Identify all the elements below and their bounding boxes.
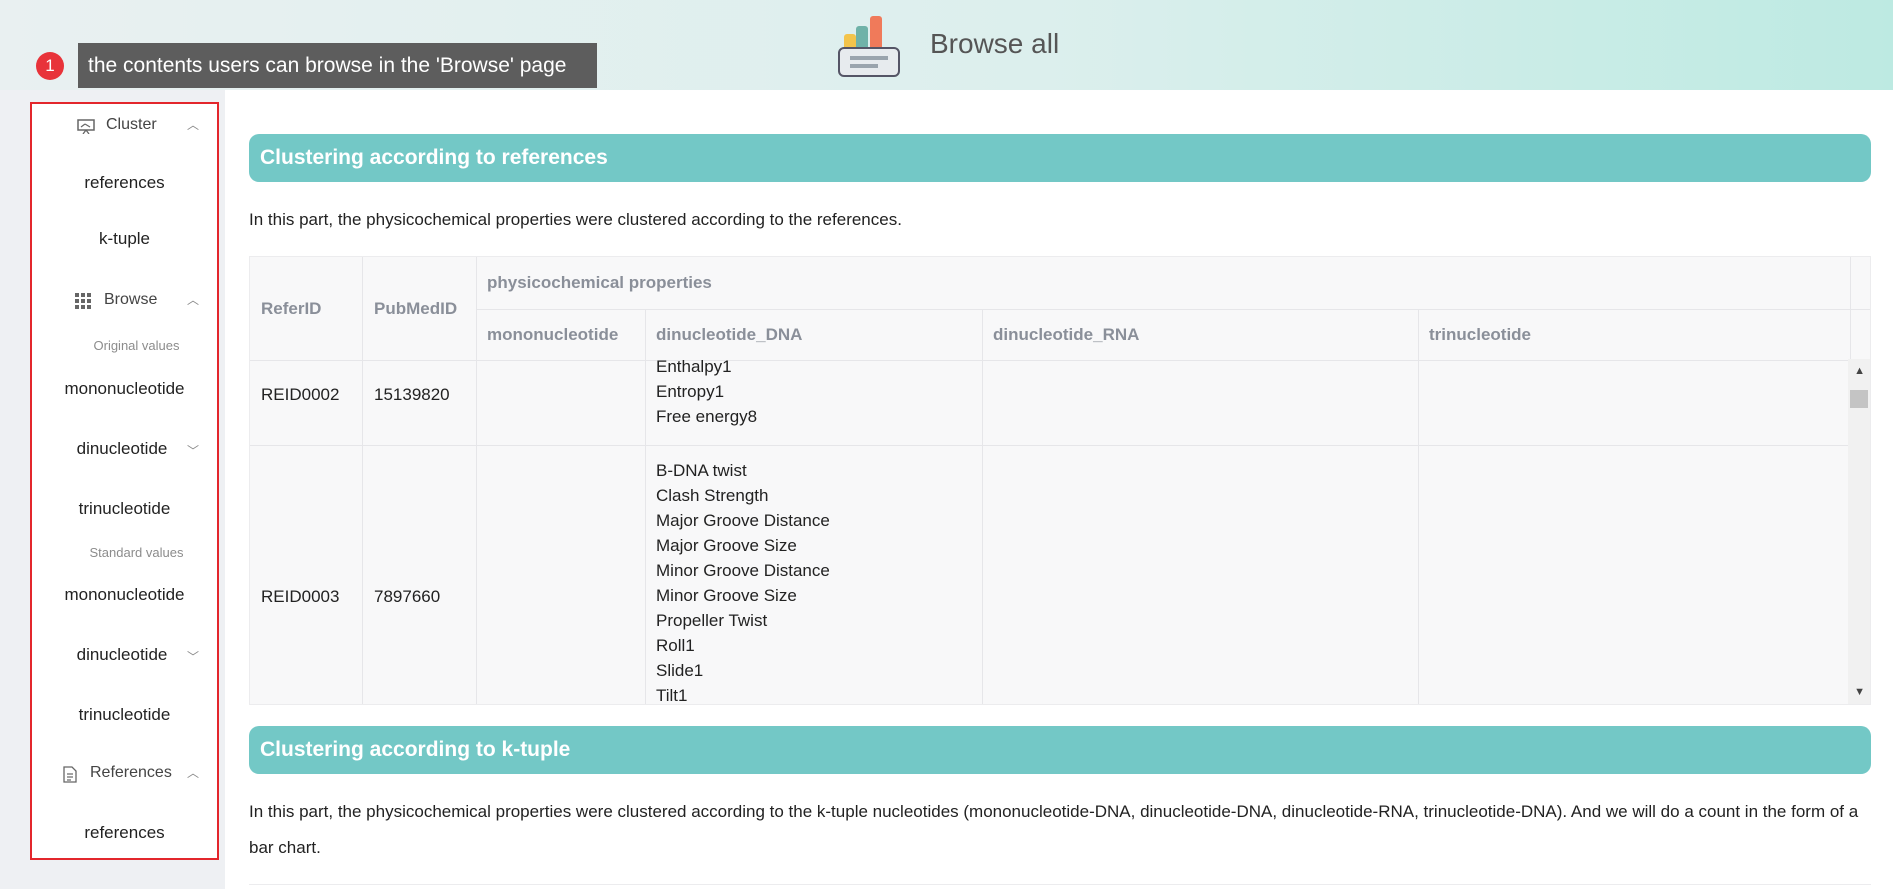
property-item: Slide1 [656, 661, 704, 680]
scrollbar-thumb[interactable] [1850, 390, 1868, 408]
property-item: Tilt1 [656, 686, 688, 705]
column-header-dinucleotide-rna[interactable]: dinucleotide_RNA [993, 325, 1139, 345]
sidebar-menu: Cluster ︿ references k-tuple Browse ︿ Or… [30, 102, 219, 860]
column-header-dinucleotide-dna[interactable]: dinucleotide_DNA [656, 325, 802, 345]
chevron-up-icon: ︿ [186, 766, 199, 780]
grid-icon [75, 293, 91, 309]
property-item: Clash Strength [656, 486, 769, 505]
sidebar-item-references[interactable]: references [32, 823, 217, 843]
property-item: Propeller Twist [656, 611, 768, 630]
sidebar-item-label: dinucleotide [76, 645, 168, 664]
original-values-caption: Original values [93, 338, 180, 353]
sidebar-item-original-mononucleotide[interactable]: mononucleotide [32, 379, 217, 399]
chart-clipboard-icon [838, 16, 900, 77]
section-description-references: In this part, the physicochemical proper… [249, 210, 902, 229]
chevron-up-icon: ︿ [186, 118, 199, 132]
property-item: Major Groove Size [656, 536, 797, 555]
browse-group-label: Browse [104, 291, 158, 308]
sidebar-item-original-trinucleotide[interactable]: trinucleotide [32, 499, 217, 519]
cluster-group-label: Cluster [106, 116, 157, 133]
property-item: Minor Groove Size [656, 586, 797, 605]
property-item: B-DNA twist [656, 461, 747, 480]
property-item: Free energy8 [656, 407, 758, 426]
tooltip-badge: 1 [36, 52, 64, 80]
sidebar-item-standard-dinucleotide[interactable]: dinucleotide [52, 645, 192, 665]
table-cell-pubmedid: 15139820 [374, 385, 450, 404]
column-group-header: physicochemical properties [487, 273, 712, 292]
column-header-pubmedid[interactable]: PubMedID [374, 299, 457, 319]
references-table: ReferID PubMedID physicochemical propert… [249, 256, 1871, 705]
sidebar-item-standard-trinucleotide[interactable]: trinucleotide [32, 705, 217, 725]
scroll-down-arrow-icon[interactable]: ▼ [1854, 686, 1865, 698]
section-header-ktuple: Clustering according to k-tuple [249, 726, 1871, 774]
sidebar-item-cluster-references[interactable]: references [32, 173, 217, 193]
table-cell-dinucleotide-dna: B-DNA twist Clash Strength Major Groove … [656, 458, 830, 705]
references-group-label: References [90, 764, 172, 781]
table-scrollbar[interactable] [1848, 359, 1870, 704]
chevron-up-icon: ︿ [186, 293, 199, 307]
document-icon [63, 766, 77, 783]
sidebar-item-label: dinucleotide [76, 439, 168, 458]
chevron-down-icon: ﹀ [186, 444, 199, 458]
table-cell-referid: REID0003 [261, 587, 340, 606]
page-title: Browse all [930, 28, 1060, 59]
scroll-up-arrow-icon[interactable]: ▲ [1854, 365, 1865, 377]
standard-values-caption: Standard values [89, 545, 184, 560]
sidebar-item-cluster-ktuple[interactable]: k-tuple [32, 229, 217, 249]
sidebar-item-original-dinucleotide[interactable]: dinucleotide [52, 439, 192, 459]
section-description-ktuple: In this part, the physicochemical proper… [249, 802, 1859, 857]
property-item: Roll1 [656, 636, 695, 655]
ktuple-table-edge [249, 884, 1871, 889]
presentation-icon [77, 119, 95, 134]
table-cell-referid: REID0002 [261, 385, 340, 404]
chevron-down-icon: ﹀ [186, 650, 199, 664]
property-item: Enthalpy1 [656, 357, 732, 376]
section-header-references: Clustering according to references [249, 134, 1871, 182]
table-cell-pubmedid: 7897660 [374, 587, 441, 606]
column-header-trinucleotide[interactable]: trinucleotide [1429, 325, 1531, 345]
tooltip-text: the contents users can browse in the 'Br… [78, 43, 597, 88]
sidebar-item-standard-mononucleotide[interactable]: mononucleotide [32, 585, 217, 605]
column-header-mononucleotide[interactable]: mononucleotide [487, 325, 618, 345]
property-item: Minor Groove Distance [656, 561, 830, 580]
table-cell-dinucleotide-dna: Enthalpy1 Entropy1 Free energy8 [656, 354, 757, 429]
property-item: Major Groove Distance [656, 511, 830, 530]
property-item: Entropy1 [656, 382, 725, 401]
column-header-referid[interactable]: ReferID [261, 299, 321, 319]
